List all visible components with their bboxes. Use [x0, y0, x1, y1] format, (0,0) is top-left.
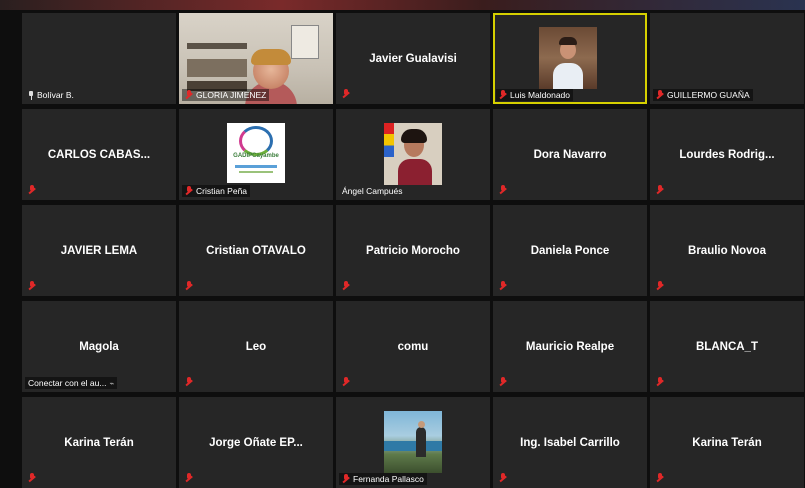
participant-label: Bolívar B.	[25, 89, 77, 101]
participant-tile[interactable]: Lourdes Rodrig...	[650, 109, 804, 200]
participant-name: Dora Navarro	[533, 148, 607, 161]
pin-icon	[28, 90, 34, 100]
muted-mic-icon	[342, 281, 350, 291]
top-banner-strip	[0, 0, 805, 10]
participant-tile[interactable]: BLANCA_T	[650, 301, 804, 392]
participant-tile[interactable]: Braulio Novoa	[650, 205, 804, 296]
participant-tile[interactable]: Dora Navarro	[493, 109, 647, 200]
muted-mic-icon	[499, 473, 507, 483]
participant-tile[interactable]: Patricio Morocho	[336, 205, 490, 296]
participant-name: Leo	[245, 340, 267, 353]
muted-mic-icon	[185, 186, 193, 196]
muted-mic-icon	[656, 90, 664, 100]
participant-tile[interactable]: Karina Terán	[22, 397, 176, 488]
participant-avatar-logo: GADIPCayambe	[227, 123, 285, 183]
participant-tile[interactable]: Mauricio Realpe	[493, 301, 647, 392]
muted-mic-icon	[342, 377, 350, 387]
participant-name: Daniela Ponce	[530, 244, 610, 257]
participant-tile[interactable]: Ing. Isabel Carrillo	[493, 397, 647, 488]
participant-label-text: Fernanda Pallasco	[353, 474, 424, 484]
participant-video	[539, 27, 597, 89]
participant-name: Cristian OTAVALO	[206, 244, 306, 257]
connect-audio-label[interactable]: Conectar con el au... ⌁	[25, 377, 118, 389]
muted-mic-icon	[185, 377, 193, 387]
participant-tile[interactable]: GUILLERMO GUAÑA	[650, 13, 804, 104]
muted-mic-icon	[656, 281, 664, 291]
logo-text: GADIPCayambe	[233, 153, 279, 159]
participant-label-text: Cristian Peña	[196, 186, 248, 196]
participant-name: BLANCA_T	[696, 340, 758, 353]
participant-photo	[384, 411, 442, 473]
muted-mic-icon	[499, 185, 507, 195]
muted-mic-icon	[656, 377, 664, 387]
participant-tile[interactable]: comu	[336, 301, 490, 392]
participant-label-text: Ángel Campués	[342, 186, 403, 196]
participant-tile[interactable]: Ángel Campués	[336, 109, 490, 200]
participant-name: comu	[397, 340, 429, 353]
muted-mic-icon	[185, 473, 193, 483]
muted-mic-icon	[185, 281, 193, 291]
muted-mic-icon	[28, 281, 36, 291]
participant-label-text: Conectar con el au...	[28, 378, 107, 388]
participant-label: Fernanda Pallasco	[339, 473, 427, 485]
muted-mic-icon	[656, 185, 664, 195]
participant-label-text: GUILLERMO GUAÑA	[667, 90, 750, 100]
participant-tile[interactable]: Jorge Oñate EP...	[179, 397, 333, 488]
participant-label: GUILLERMO GUAÑA	[653, 89, 753, 101]
participant-tile[interactable]: JAVIER LEMA	[22, 205, 176, 296]
participant-label: Luis Maldonado	[496, 89, 574, 101]
participant-label-text: Luis Maldonado	[510, 90, 571, 100]
participant-name: Karina Terán	[64, 436, 134, 449]
participant-tile[interactable]: GADIPCayambe Cristian Peña	[179, 109, 333, 200]
muted-mic-icon	[28, 185, 36, 195]
participant-label: GLORIA JIMENEZ	[182, 89, 270, 101]
participant-photo	[384, 123, 442, 185]
participant-tile-active-speaker[interactable]: Luis Maldonado	[493, 13, 647, 104]
participant-label: Ángel Campués	[339, 185, 405, 197]
participant-name: Karina Terán	[692, 436, 762, 449]
audio-waves-icon: ⌁	[109, 378, 115, 388]
muted-mic-icon	[656, 473, 664, 483]
muted-mic-icon	[342, 89, 350, 99]
muted-mic-icon	[185, 90, 193, 100]
participant-name: JAVIER LEMA	[60, 244, 138, 257]
participant-tile[interactable]: GLORIA JIMENEZ	[179, 13, 333, 104]
participant-name: Braulio Novoa	[688, 244, 766, 257]
participant-tile[interactable]: Cristian OTAVALO	[179, 205, 333, 296]
participant-name: Lourdes Rodrig...	[679, 148, 775, 161]
participant-name: Ing. Isabel Carrillo	[520, 436, 620, 449]
participant-name: Mauricio Realpe	[525, 340, 615, 353]
participant-gallery: Bolívar B. GLORIA JIMENEZ Javier Gualavi…	[22, 13, 805, 488]
participant-tile[interactable]: Magola Conectar con el au... ⌁	[22, 301, 176, 392]
participant-tile[interactable]: Fernanda Pallasco	[336, 397, 490, 488]
muted-mic-icon	[499, 90, 507, 100]
participant-name: CARLOS CABAS...	[47, 148, 151, 161]
muted-mic-icon	[342, 474, 350, 484]
participant-name: Jorge Oñate EP...	[209, 436, 303, 449]
participant-tile[interactable]: Daniela Ponce	[493, 205, 647, 296]
muted-mic-icon	[499, 281, 507, 291]
muted-mic-icon	[499, 377, 507, 387]
participant-label-text: GLORIA JIMENEZ	[196, 90, 267, 100]
participant-tile[interactable]: Karina Terán	[650, 397, 804, 488]
participant-tile[interactable]: Leo	[179, 301, 333, 392]
participant-label: Cristian Peña	[182, 185, 251, 197]
participant-name: Javier Gualavisi	[369, 52, 457, 65]
participant-name: Patricio Morocho	[366, 244, 460, 257]
participant-tile[interactable]: CARLOS CABAS...	[22, 109, 176, 200]
participant-tile[interactable]: Bolívar B.	[22, 13, 176, 104]
participant-label-text: Bolívar B.	[37, 90, 74, 100]
muted-mic-icon	[28, 473, 36, 483]
participant-tile[interactable]: Javier Gualavisi	[336, 13, 490, 104]
